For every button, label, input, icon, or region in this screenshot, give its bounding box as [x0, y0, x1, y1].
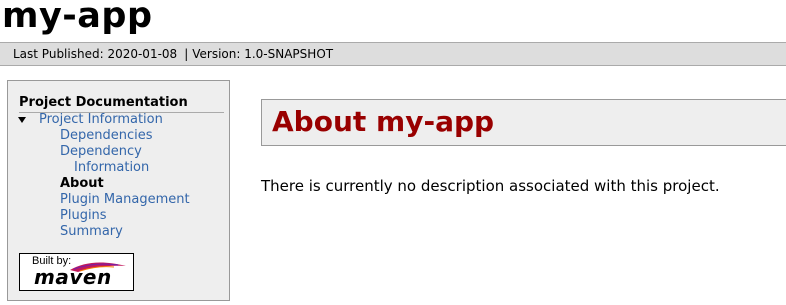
breadcrumb-bar: Last Published: 2020-01-08 | Version: 1.0-… [0, 42, 786, 66]
last-published-text: Last Published: 2020-01-08 [13, 47, 178, 61]
nav-link-summary[interactable]: Summary [60, 224, 123, 239]
nav-label-line2: Information [74, 160, 150, 175]
nav-link-plugins[interactable]: Plugins [60, 208, 107, 223]
breadcrumb-separator: | [184, 47, 189, 61]
maven-wordmark: maven [34, 265, 112, 289]
nav-heading: Project Documentation [19, 94, 224, 113]
nav-item-about: About [16, 176, 215, 192]
nav-current-about: About [60, 176, 104, 191]
nav-menu: Project Information Dependencies Depende… [16, 112, 215, 240]
nav-link-plugin-management[interactable]: Plugin Management [60, 192, 190, 207]
section-header: About my-app [261, 99, 786, 146]
page-title: About my-app [272, 105, 495, 138]
built-by-maven-badge[interactable]: Built by: maven [19, 253, 134, 291]
expanded-arrow-icon[interactable] [18, 117, 26, 123]
nav-label-line1: Dependency [60, 144, 142, 159]
nav-item-summary: Summary [16, 224, 215, 240]
nav-item-dependency-information: Dependency Information [16, 144, 170, 176]
nav-item-project-information: Project Information Dependencies Depende… [16, 112, 215, 240]
version-text: Version: 1.0-SNAPSHOT [192, 47, 334, 61]
nav-link-dependencies[interactable]: Dependencies [60, 128, 153, 143]
project-description: There is currently no description associ… [261, 177, 720, 195]
nav-item-plugin-management: Plugin Management [16, 192, 215, 208]
banner: my-app [0, 0, 786, 40]
nav-item-plugins: Plugins [16, 208, 215, 224]
nav-item-dependencies: Dependencies [16, 128, 215, 144]
nav-link-dependency-information[interactable]: Dependency Information [60, 144, 170, 176]
nav-submenu: Dependencies Dependency Information Abou… [16, 128, 215, 240]
sidebar: Project Documentation Project Informatio… [7, 80, 230, 301]
app-title: my-app [2, 0, 153, 36]
nav-link-project-information[interactable]: Project Information [39, 112, 163, 127]
